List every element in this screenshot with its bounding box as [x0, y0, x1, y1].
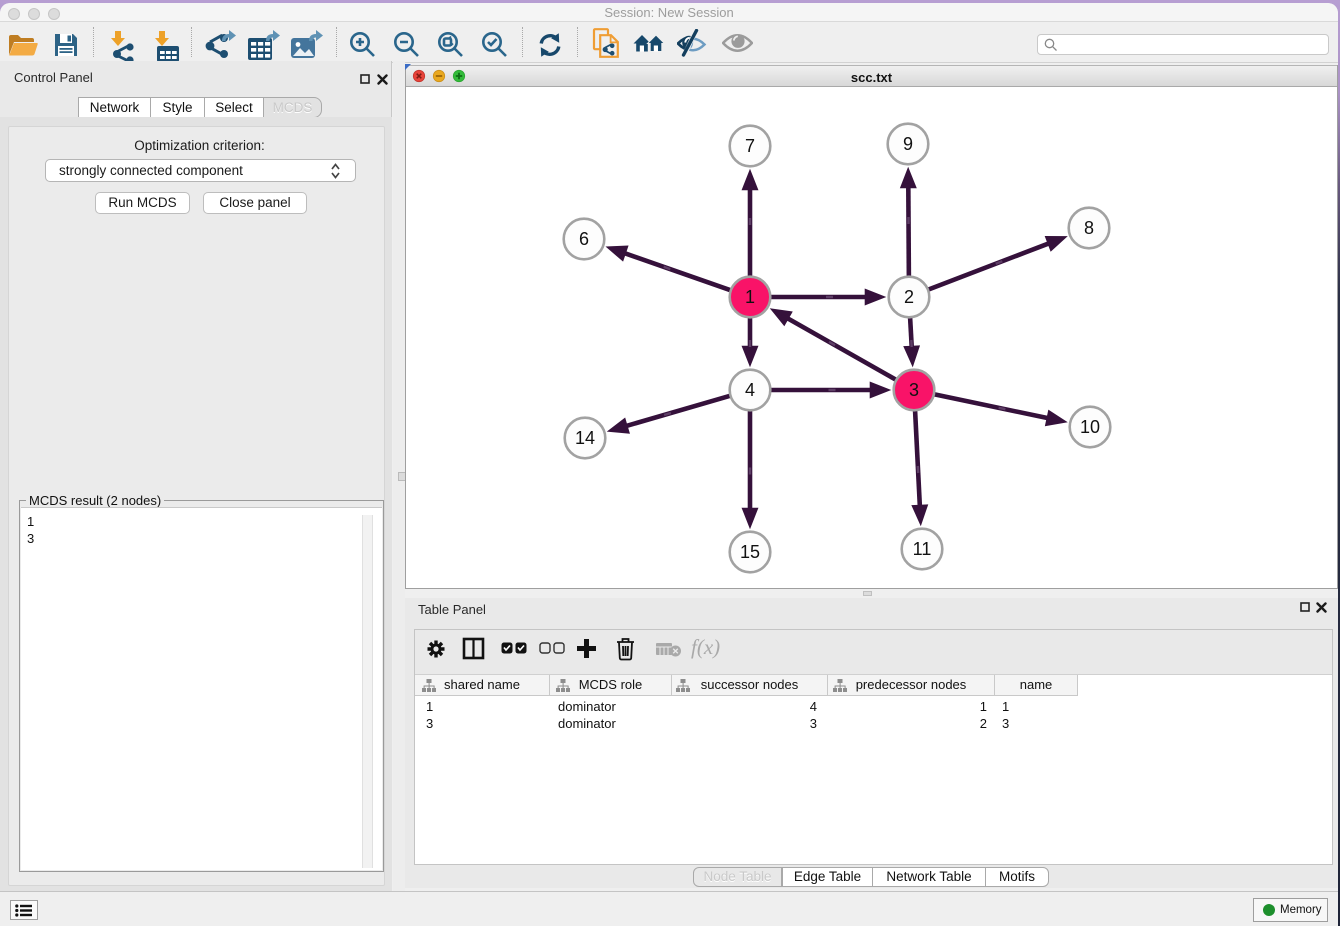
svg-text:7: 7: [745, 136, 755, 156]
svg-text:3: 3: [909, 380, 919, 400]
svg-text:4: 4: [745, 380, 755, 400]
svg-text:15: 15: [740, 542, 760, 562]
svg-text:8: 8: [1084, 218, 1094, 238]
svg-text:1: 1: [745, 287, 755, 307]
svg-text:11: 11: [913, 539, 932, 559]
svg-text:2: 2: [904, 287, 914, 307]
svg-text:9: 9: [903, 134, 913, 154]
svg-text:6: 6: [579, 229, 589, 249]
svg-text:10: 10: [1080, 417, 1100, 437]
svg-text:14: 14: [575, 428, 595, 448]
